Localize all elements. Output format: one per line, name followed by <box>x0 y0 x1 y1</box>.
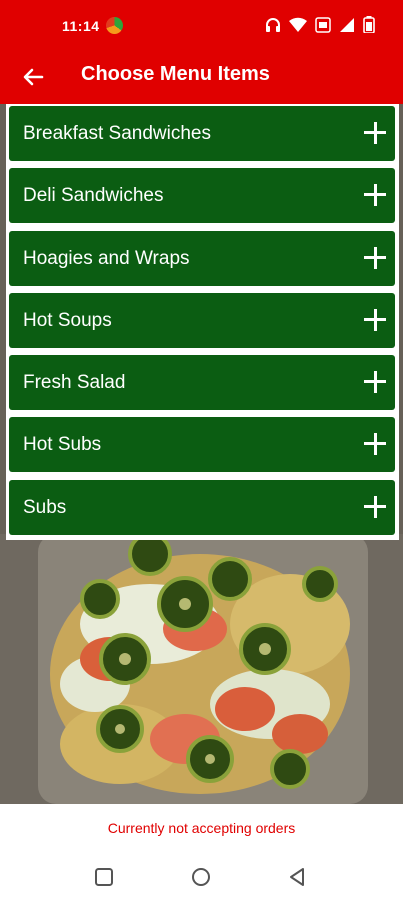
signal-icon <box>340 17 354 32</box>
plus-icon[interactable] <box>364 309 386 331</box>
menu-item-deli-sandwiches[interactable]: Deli Sandwiches <box>9 168 395 223</box>
status-icons <box>265 16 375 33</box>
plus-icon[interactable] <box>364 371 386 393</box>
app-bar: Choose Menu Items <box>0 52 403 104</box>
menu-item-label: Hot Subs <box>23 434 102 455</box>
volte-icon <box>315 16 331 33</box>
headphones-icon <box>266 17 280 32</box>
menu-item-fresh-salad[interactable]: Fresh Salad <box>9 355 395 410</box>
menu-item-hoagies-and-wraps[interactable]: Hoagies and Wraps <box>9 231 395 286</box>
status-time: 11:14 <box>62 18 100 34</box>
recents-icon[interactable] <box>93 866 115 888</box>
app-logo-icon <box>106 17 123 34</box>
plus-icon[interactable] <box>364 184 386 206</box>
menu-item-label: Hot Soups <box>23 310 112 331</box>
back-icon[interactable] <box>286 866 308 888</box>
menu-item-label: Deli Sandwiches <box>23 185 164 206</box>
menu-item-breakfast-sandwiches[interactable]: Breakfast Sandwiches <box>9 106 395 161</box>
menu-item-label: Subs <box>23 497 67 518</box>
plus-icon[interactable] <box>364 433 386 455</box>
page-title: Choose Menu Items <box>81 63 270 85</box>
wifi-icon <box>289 17 307 32</box>
plus-icon[interactable] <box>364 496 386 518</box>
menu-list: Breakfast Sandwiches Deli Sandwiches Hoa… <box>6 104 399 540</box>
status-bar: 11:14 <box>0 0 403 52</box>
menu-item-label: Breakfast Sandwiches <box>23 123 211 144</box>
system-nav-bar <box>0 852 403 900</box>
menu-item-subs[interactable]: Subs <box>9 480 395 535</box>
home-icon[interactable] <box>190 866 212 888</box>
order-status-message: Currently not accepting orders <box>107 820 296 836</box>
menu-item-label: Fresh Salad <box>23 372 126 393</box>
menu-item-hot-soups[interactable]: Hot Soups <box>9 293 395 348</box>
battery-icon <box>363 16 375 33</box>
plus-icon[interactable] <box>364 247 386 269</box>
arrow-left-icon[interactable] <box>20 64 46 90</box>
plus-icon[interactable] <box>364 122 386 144</box>
menu-item-hot-subs[interactable]: Hot Subs <box>9 417 395 472</box>
footer: Currently not accepting orders <box>0 804 403 852</box>
menu-item-label: Hoagies and Wraps <box>23 248 190 269</box>
